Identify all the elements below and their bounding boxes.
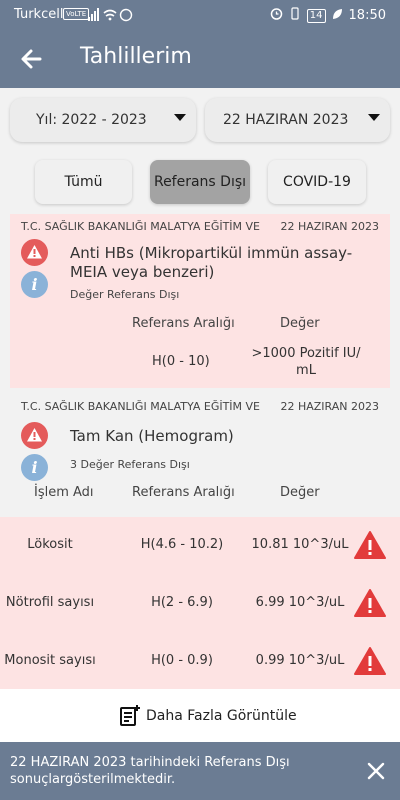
tab-all[interactable]: Tümü [35, 160, 132, 204]
date-select-value: 22 HAZIRAN 2023 [223, 112, 349, 128]
result-date: 22 HAZIRAN 2023 [280, 220, 379, 233]
year-select[interactable]: Yıl: 2022 - 2023 [10, 98, 196, 142]
year-select-value: Yıl: 2022 - 2023 [36, 112, 147, 128]
app-bar: Tahlillerim [0, 30, 400, 88]
caret-down-icon [368, 114, 380, 121]
row-test-name: Lökosit [27, 537, 73, 552]
row-value: 6.99 10^3/uL [255, 595, 345, 610]
close-button[interactable] [366, 761, 386, 781]
institution-name: T.C. SAĞLIK BAKANLIĞI MALATYA EĞİTİM VE [21, 400, 261, 413]
show-more-area: Daha Fazla Görüntüle [0, 689, 400, 742]
test-name: Tam Kan (Hemogram) [70, 427, 234, 445]
result-date: 22 HAZIRAN 2023 [280, 400, 379, 413]
result-card-anti-hbs[interactable]: T.C. SAĞLIK BAKANLIĞI MALATYA EĞİTİM VE … [10, 214, 390, 388]
caret-down-icon [174, 114, 186, 121]
page-title: Tahlillerim [80, 44, 192, 69]
warning-triangle-icon [353, 645, 387, 677]
result-status: Değer Referans Dışı [70, 288, 180, 301]
clock-time: 18:50 [348, 8, 386, 23]
reference-range: H(0 - 10) [152, 354, 210, 369]
snackbar-message: 22 HAZIRAN 2023 tarihindeki Referans Dış… [10, 755, 290, 787]
warning-triangle-icon [353, 529, 387, 561]
status-bar: Turkcell VoLTE 14 18:50 [0, 0, 400, 30]
close-icon [367, 762, 385, 780]
row-test-name: Nötrofil sayısı [5, 595, 95, 610]
signal-icon [88, 8, 134, 26]
battery-icon: 14 [306, 8, 326, 23]
carrier-name: Turkcell [14, 7, 64, 22]
date-select[interactable]: 22 HAZIRAN 2023 [205, 98, 390, 142]
table-row[interactable]: Nötrofil sayısı H(2 - 6.9) 6.99 10^3/uL [0, 575, 400, 633]
row-value: 0.99 10^3/uL [255, 653, 345, 668]
back-button[interactable] [16, 44, 48, 74]
info-icon[interactable]: i [21, 454, 48, 481]
institution-name: T.C. SAĞLIK BAKANLIĞI MALATYA EĞİTİM VE [21, 220, 261, 233]
warning-triangle-icon [353, 587, 387, 619]
header-test-name: İşlem Adı [34, 485, 94, 500]
volte-badge: VoLTE [63, 8, 90, 20]
warning-icon [21, 422, 48, 449]
leaf-icon [332, 8, 343, 24]
row-reference-range: H(4.6 - 10.2) [140, 537, 224, 552]
snackbar: 22 HAZIRAN 2023 tarihindeki Referans Dış… [0, 742, 400, 800]
header-value: Değer [280, 485, 320, 500]
warning-icon [21, 239, 48, 266]
tab-covid[interactable]: COVID-19 [268, 160, 366, 204]
test-name: Anti HBs (Mikropartikül immün assay-MEIA… [70, 244, 353, 281]
result-status: 3 Değer Referans Dışı [70, 458, 190, 471]
row-test-name: Monosit sayısı [4, 653, 96, 668]
row-reference-range: H(2 - 6.9) [151, 595, 213, 610]
results-table: Lökosit H(4.6 - 10.2) 10.81 10^3/uL Nötr… [0, 517, 400, 689]
table-row[interactable]: Monosit sayısı H(0 - 0.9) 0.99 10^3/uL [0, 633, 400, 691]
info-icon[interactable]: i [21, 271, 48, 298]
row-value: 10.81 10^3/uL [251, 537, 349, 552]
tab-out-of-range[interactable]: Referans Dışı [150, 160, 250, 204]
header-reference-range: Referans Aralığı [132, 485, 235, 500]
show-more-button[interactable]: Daha Fazla Görüntüle [118, 703, 297, 729]
note-add-icon [120, 705, 140, 726]
result-card-hemogram[interactable]: T.C. SAĞLIK BAKANLIĞI MALATYA EĞİTİM VE … [10, 394, 390, 514]
result-value: >1000 Pozitif IU/ mL [251, 346, 361, 378]
header-reference-range: Referans Aralığı [132, 316, 235, 331]
header-value: Değer [280, 316, 320, 331]
row-reference-range: H(0 - 0.9) [151, 653, 213, 668]
status-right: 14 18:50 [270, 7, 386, 24]
vibrate-icon [289, 7, 301, 24]
arrow-left-icon [21, 49, 42, 69]
show-more-label: Daha Fazla Görüntüle [146, 708, 297, 724]
table-row[interactable]: Lökosit H(4.6 - 10.2) 10.81 10^3/uL [0, 517, 400, 575]
alarm-icon [270, 7, 283, 24]
